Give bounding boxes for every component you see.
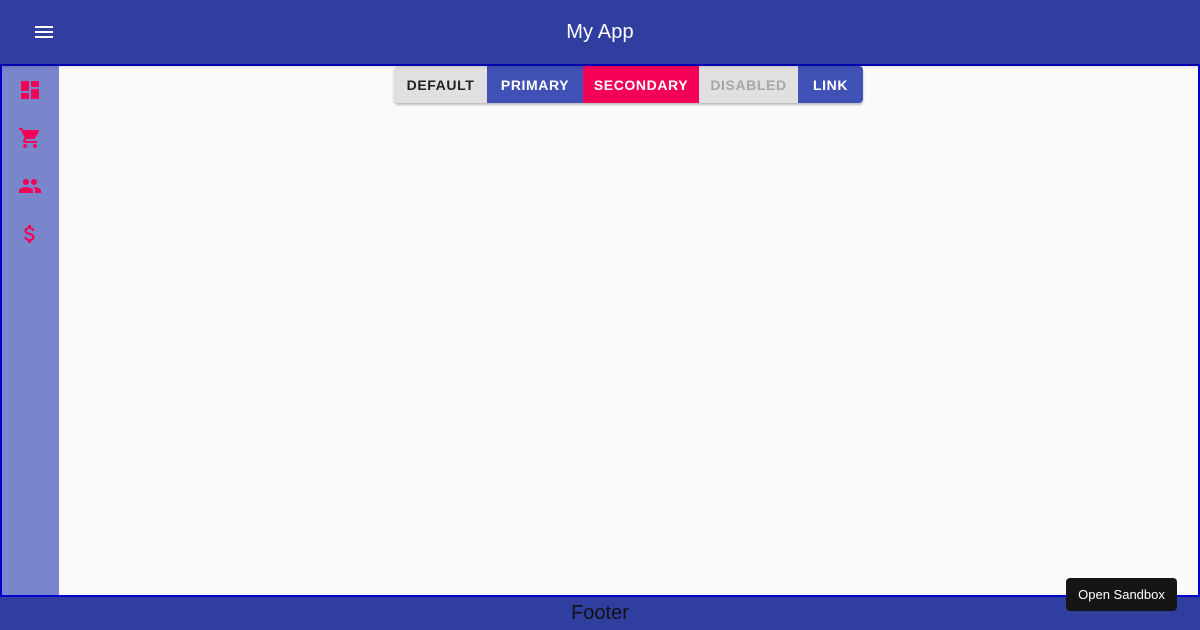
button-group: Default Primary Secondary Disabled Link: [394, 66, 863, 103]
sidebar: [2, 66, 59, 595]
dashboard-icon: [21, 81, 39, 99]
link-button[interactable]: Link: [798, 66, 863, 103]
default-button[interactable]: Default: [394, 66, 487, 103]
sidebar-item-customers[interactable]: [16, 172, 44, 200]
app-bar: My App: [0, 0, 1200, 64]
app-title: My App: [566, 20, 634, 43]
sidebar-item-dashboard[interactable]: [16, 76, 44, 104]
footer: Footer: [0, 597, 1200, 630]
disabled-button: Disabled: [699, 66, 798, 103]
sidebar-item-sales[interactable]: [16, 220, 44, 248]
sidebar-item-orders[interactable]: [16, 124, 44, 152]
main-frame: Default Primary Secondary Disabled Link: [0, 64, 1200, 597]
secondary-button[interactable]: Secondary: [583, 66, 699, 103]
dollar-icon: [24, 225, 35, 243]
people-icon: [19, 179, 41, 193]
shopping-cart-icon: [19, 128, 40, 148]
primary-button[interactable]: Primary: [487, 66, 583, 103]
open-sandbox-button[interactable]: Open Sandbox: [1066, 578, 1177, 611]
